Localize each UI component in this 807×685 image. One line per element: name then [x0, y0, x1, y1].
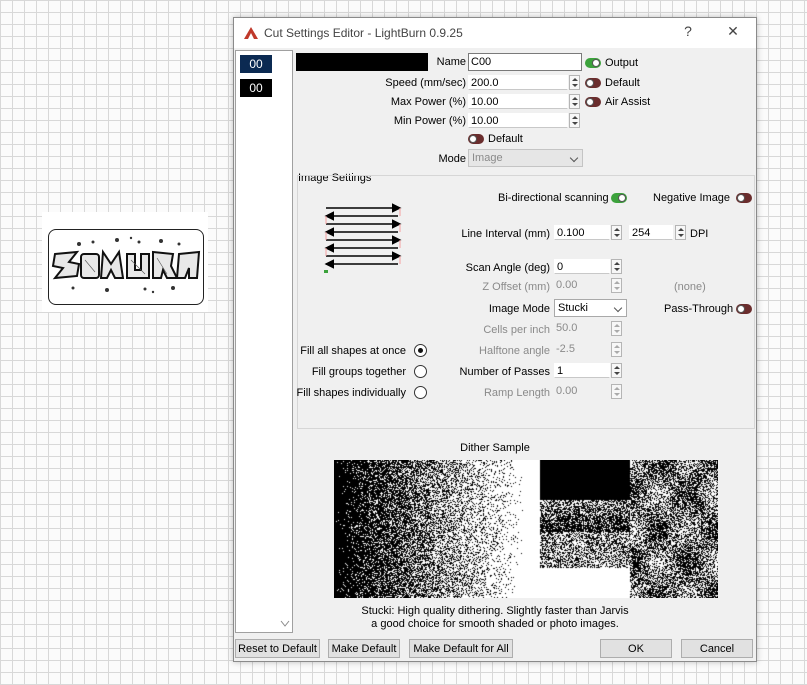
ok-button[interactable]: OK — [600, 639, 672, 658]
scan-angle-spinner[interactable] — [611, 259, 622, 274]
default-toggle-2[interactable] — [468, 134, 484, 144]
fill-individually-label: Fill shapes individually — [296, 387, 406, 399]
min-power-input[interactable]: 10.00 — [468, 113, 568, 128]
layer-item-selected[interactable]: 00 — [240, 55, 272, 73]
halftone-angle-label: Halftone angle — [479, 345, 550, 357]
default-label-2: Default — [488, 133, 523, 145]
min-power-label: Min Power (%) — [393, 115, 466, 127]
bidirectional-toggle[interactable] — [611, 193, 627, 203]
image-mode-label: Image Mode — [488, 303, 550, 315]
title-bar: Cut Settings Editor - LightBurn 0.9.25 ?… — [234, 18, 756, 48]
halftone-angle-spinner — [611, 342, 622, 357]
cut-settings-dialog: Cut Settings Editor - LightBurn 0.9.25 ?… — [233, 17, 757, 662]
dpi-label: DPI — [690, 228, 709, 240]
cells-per-inch-input: 50.0 — [556, 322, 578, 334]
default-toggle[interactable] — [585, 78, 601, 88]
make-default-button[interactable]: Make Default — [328, 639, 400, 658]
halftone-angle-input: -2.5 — [556, 343, 575, 355]
cancel-button[interactable]: Cancel — [681, 639, 753, 658]
number-of-passes-input[interactable]: 1 — [554, 363, 610, 378]
ramp-length-spinner — [611, 384, 622, 399]
dither-sample-title: Dither Sample — [460, 442, 530, 454]
number-of-passes-label: Number of Passes — [459, 366, 550, 378]
default-label: Default — [605, 77, 640, 89]
artwork-frame — [48, 229, 204, 305]
image-mode-select[interactable]: Stucki — [554, 299, 627, 317]
lightburn-logo-icon — [244, 27, 258, 39]
cells-per-inch-spinner — [611, 321, 622, 336]
pass-through-toggle[interactable] — [736, 304, 752, 314]
mode-label: Mode — [438, 153, 466, 165]
z-offset-input: 0.00 — [556, 279, 578, 291]
dpi-spinner[interactable] — [675, 225, 686, 240]
z-offset-label: Z Offset (mm) — [482, 281, 550, 293]
bidirectional-label: Bi-directional scanning — [498, 192, 609, 204]
number-of-passes-spinner[interactable] — [611, 363, 622, 378]
negative-image-toggle[interactable] — [736, 193, 752, 203]
z-offset-none: (none) — [674, 281, 706, 293]
scan-direction-diagram — [324, 203, 402, 273]
line-interval-input[interactable]: 0.100 — [554, 225, 610, 240]
speed-spinner[interactable] — [569, 75, 580, 90]
dither-sample-image — [334, 460, 718, 598]
graffiti-artwork — [51, 236, 201, 294]
line-interval-label: Line Interval (mm) — [461, 228, 550, 240]
line-interval-spinner[interactable] — [611, 225, 622, 240]
scan-angle-input[interactable]: 0 — [554, 259, 610, 274]
layer-item[interactable]: 00 — [240, 79, 272, 97]
air-assist-toggle[interactable] — [585, 97, 601, 107]
min-power-spinner[interactable] — [569, 113, 580, 128]
mode-select: Image — [468, 149, 583, 167]
fill-all-label: Fill all shapes at once — [300, 345, 406, 357]
dither-description-line1: Stucki: High quality dithering. Slightly… — [361, 605, 629, 617]
layer-list[interactable]: 00 00 — [235, 50, 293, 633]
make-default-for-all-button[interactable]: Make Default for All — [409, 639, 513, 658]
output-toggle[interactable] — [585, 58, 601, 68]
chevron-down-icon — [569, 153, 579, 163]
dither-description-line2: a good choice for smooth shaded or photo… — [371, 618, 619, 630]
artwork-preview[interactable] — [42, 212, 208, 312]
max-power-spinner[interactable] — [569, 94, 580, 109]
speed-input[interactable]: 200.0 — [468, 75, 568, 90]
name-input[interactable]: C00 — [468, 53, 582, 71]
cells-per-inch-label: Cells per inch — [483, 324, 550, 336]
reset-to-default-button[interactable]: Reset to Default — [235, 639, 320, 658]
chevron-down-icon — [613, 303, 623, 313]
dpi-input[interactable]: 254 — [629, 225, 673, 240]
ramp-length-input: 0.00 — [556, 385, 578, 397]
name-label: Name — [436, 56, 466, 68]
max-power-input[interactable]: 10.00 — [468, 94, 568, 109]
z-offset-spinner — [611, 278, 622, 293]
negative-image-label: Negative Image — [653, 192, 731, 204]
max-power-label: Max Power (%) — [390, 96, 466, 108]
air-assist-label: Air Assist — [605, 96, 651, 108]
scan-angle-label: Scan Angle (deg) — [465, 262, 550, 274]
fill-groups-label: Fill groups together — [311, 366, 406, 378]
close-icon[interactable]: ✕ — [723, 23, 743, 40]
ramp-length-label: Ramp Length — [483, 387, 550, 399]
mode-value: Image — [472, 152, 503, 164]
layer-color-swatch[interactable] — [296, 53, 428, 71]
image-mode-value: Stucki — [558, 302, 588, 314]
help-icon[interactable]: ? — [678, 23, 698, 39]
output-label: Output — [605, 57, 639, 69]
speed-label: Speed (mm/sec) — [385, 77, 466, 89]
window-title: Cut Settings Editor - LightBurn 0.9.25 — [264, 26, 463, 40]
pass-through-label: Pass-Through — [664, 303, 734, 315]
